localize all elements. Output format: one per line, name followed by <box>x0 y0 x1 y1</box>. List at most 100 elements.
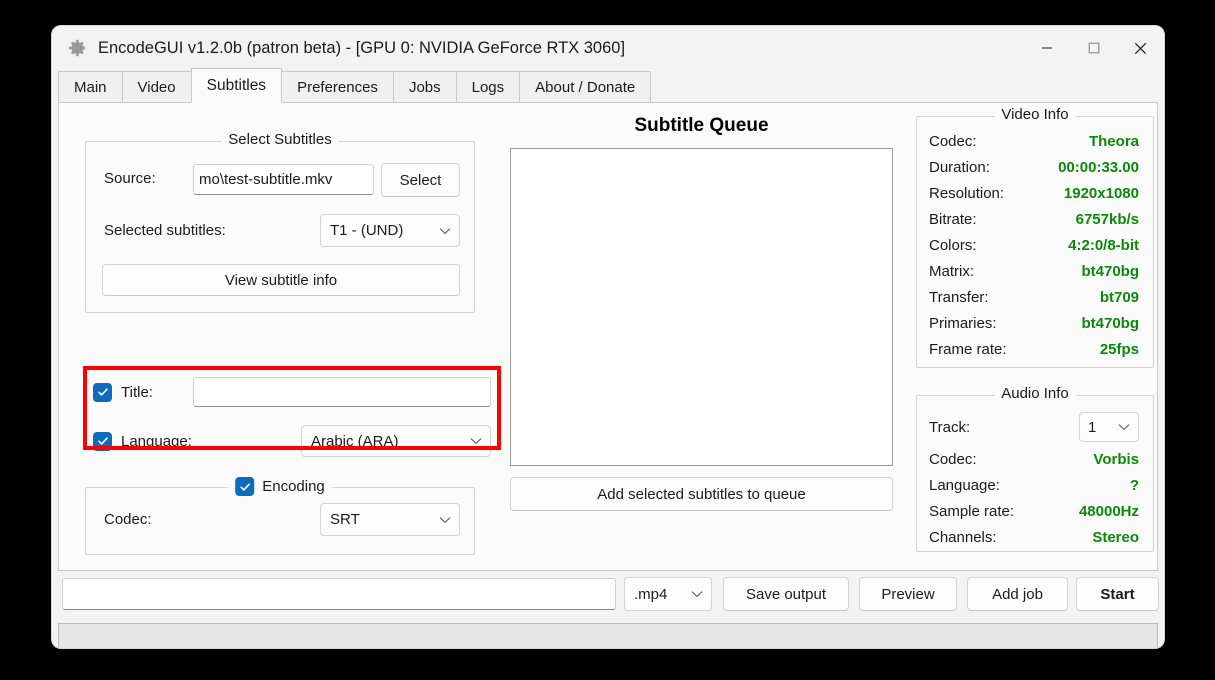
title-checkbox[interactable] <box>93 382 112 402</box>
audio-info-key: Channels: <box>929 529 997 546</box>
tab-video[interactable]: Video <box>121 71 192 103</box>
title-bar: EncodeGUI v1.2.0b (patron beta) - [GPU 0… <box>52 26 1164 70</box>
window-title: EncodeGUI v1.2.0b (patron beta) - [GPU 0… <box>98 38 626 57</box>
add-job-button[interactable]: Add job <box>967 577 1068 611</box>
tab-about-donate[interactable]: About / Donate <box>519 71 652 103</box>
gear-icon <box>69 39 86 57</box>
chevron-down-icon <box>691 591 703 598</box>
audio-info-row: Codec: Vorbis <box>929 449 1139 470</box>
audio-info-row: Sample rate: 48000Hz <box>929 501 1139 522</box>
minimize-button[interactable] <box>1023 26 1070 70</box>
video-info-row: Codec: Theora <box>929 131 1139 152</box>
video-info-title: Video Info <box>994 106 1076 123</box>
tab-label: Jobs <box>408 78 441 96</box>
audio-track-combo[interactable]: 1 <box>1079 412 1139 442</box>
subtitle-queue-list[interactable] <box>510 148 893 466</box>
language-checkbox[interactable] <box>93 431 112 451</box>
subtitle-queue-title: Subtitle Queue <box>634 115 769 136</box>
audio-info-title: Audio Info <box>994 385 1076 402</box>
tab-logs[interactable]: Logs <box>455 71 521 103</box>
chevron-down-icon <box>439 227 451 234</box>
close-button[interactable] <box>1117 26 1164 70</box>
video-info-value: 4:2:0/8-bit <box>1068 237 1139 254</box>
preview-button[interactable]: Preview <box>859 577 957 611</box>
left-pane: Select Subtitles Source: mo\test-subtitl… <box>59 103 501 570</box>
video-info-value: 6757kb/s <box>1075 211 1139 228</box>
add-selected-subtitles-button[interactable]: Add selected subtitles to queue <box>510 477 893 511</box>
check-icon <box>97 437 108 445</box>
audio-info-key: Language: <box>929 477 1000 494</box>
audio-info-key: Codec: <box>929 451 977 468</box>
chevron-down-icon <box>1118 424 1130 431</box>
audio-info-row: Channels: Stereo <box>929 527 1139 548</box>
tab-label: Video <box>137 78 176 96</box>
chevron-down-icon <box>470 438 482 445</box>
video-info-value: 1920x1080 <box>1063 185 1139 202</box>
selected-subtitles-combo[interactable]: T1 - (UND) <box>320 214 460 247</box>
check-icon <box>97 388 108 396</box>
video-info-value: bt709 <box>1099 289 1139 306</box>
title-label: Title: <box>121 383 153 401</box>
codec-label: Codec: <box>104 511 152 528</box>
view-subtitle-info-button[interactable]: View subtitle info <box>102 264 460 296</box>
video-info-value: bt470bg <box>1081 263 1139 280</box>
video-info-value: bt470bg <box>1081 315 1139 332</box>
tab-jobs[interactable]: Jobs <box>392 71 457 103</box>
video-info-key: Bitrate: <box>929 211 977 228</box>
tab-bar: Main Video Subtitles Preferences Jobs Lo… <box>52 68 1164 103</box>
video-info-group: Video Info Codec: Theora Duration: 00:00… <box>916 106 1154 368</box>
video-info-key: Colors: <box>929 237 977 254</box>
video-info-key: Codec: <box>929 133 977 150</box>
save-output-button[interactable]: Save output <box>723 577 849 611</box>
window-controls <box>1023 26 1164 70</box>
select-source-button[interactable]: Select <box>381 163 460 197</box>
audio-info-value: Stereo <box>1092 529 1139 546</box>
tab-preferences[interactable]: Preferences <box>281 71 394 103</box>
audio-info-value: ? <box>1129 477 1139 494</box>
container-format-combo[interactable]: .mp4 <box>624 577 712 611</box>
source-input[interactable]: mo\test-subtitle.mkv <box>193 164 374 195</box>
video-info-row: Primaries: bt470bg <box>929 313 1139 334</box>
video-info-row: Bitrate: 6757kb/s <box>929 209 1139 230</box>
minimize-icon <box>1041 47 1052 49</box>
selected-subtitles-label: Selected subtitles: <box>104 222 226 239</box>
tab-label: Subtitles <box>206 76 267 94</box>
maximize-button[interactable] <box>1070 26 1117 70</box>
codec-value: SRT <box>330 511 360 528</box>
audio-info-value: Vorbis <box>1093 451 1139 468</box>
encoding-group-label: Encoding <box>262 478 325 495</box>
video-info-row: Duration: 00:00:33.00 <box>929 157 1139 178</box>
language-combo[interactable]: Arabic (ARA) <box>301 425 491 457</box>
application-window: EncodeGUI v1.2.0b (patron beta) - [GPU 0… <box>52 26 1164 648</box>
encoding-group: Encoding Codec: SRT <box>85 477 475 555</box>
language-label: Language: <box>121 432 192 450</box>
title-input[interactable] <box>193 377 491 407</box>
video-info-row: Colors: 4:2:0/8-bit <box>929 235 1139 256</box>
source-label: Source: <box>104 170 156 187</box>
tab-subtitles[interactable]: Subtitles <box>190 68 283 103</box>
queue-pane: Subtitle Queue Add selected subtitles to… <box>499 103 904 570</box>
tab-main[interactable]: Main <box>58 71 123 103</box>
encoding-checkbox[interactable] <box>235 477 255 496</box>
video-info-key: Transfer: <box>929 289 989 306</box>
title-row: Title: <box>93 377 491 407</box>
tab-label: Preferences <box>297 78 378 96</box>
audio-track-value: 1 <box>1088 418 1097 436</box>
language-value: Arabic (ARA) <box>311 432 399 450</box>
video-info-row: Resolution: 1920x1080 <box>929 183 1139 204</box>
video-info-key: Primaries: <box>929 315 997 332</box>
codec-combo[interactable]: SRT <box>320 503 460 536</box>
video-info-value: 25fps <box>1099 341 1139 358</box>
start-button[interactable]: Start <box>1076 577 1159 611</box>
video-info-value: Theora <box>1088 133 1139 150</box>
video-info-value: 00:00:33.00 <box>1058 159 1139 176</box>
video-info-key: Duration: <box>929 159 990 176</box>
video-info-row: Transfer: bt709 <box>929 287 1139 308</box>
audio-info-group: Audio Info Track: 1 Codec: Vorbis Langua… <box>916 385 1154 552</box>
tab-label: Main <box>74 78 107 96</box>
audio-info-value: 48000Hz <box>1078 503 1139 520</box>
audio-info-row: Language: ? <box>929 475 1139 496</box>
audio-track-row: Track: 1 <box>929 412 1139 442</box>
maximize-icon <box>1088 42 1099 54</box>
output-path-input[interactable] <box>62 578 616 610</box>
